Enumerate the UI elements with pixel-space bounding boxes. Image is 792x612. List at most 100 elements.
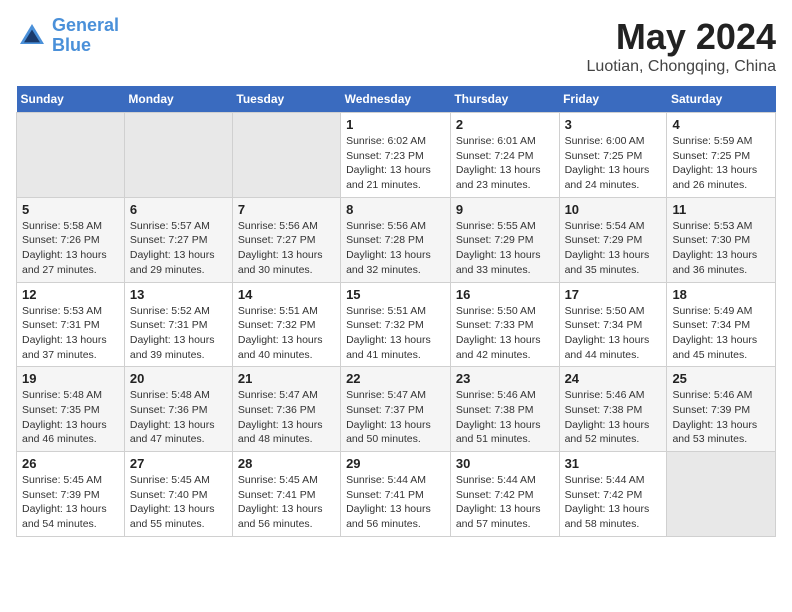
calendar-cell: 30 Sunrise: 5:44 AMSunset: 7:42 PMDayligh… [450,452,559,537]
logo-text: General Blue [52,16,119,56]
calendar-cell: 4Sunrise: 5:59 AMSunset: 7:25 PMDaylight… [667,113,776,198]
weekday-header: Friday [559,86,667,113]
day-number: 2 [456,117,554,132]
day-info: Sunrise: 5:54 AMSunset: 7:29 PMDaylight:… [565,219,662,278]
day-info: Sunrise: 5:50 AMSunset: 7:34 PMDaylight:… [565,304,662,363]
calendar-cell: 5Sunrise: 5:58 AMSunset: 7:26 PMDaylight… [17,197,125,282]
day-info: Sunrise: 5:51 AMSunset: 7:32 PMDaylight:… [238,304,335,363]
day-info: Sunrise: 5:45 AMSunset: 7:39 PMDaylight:… [22,473,119,532]
subtitle: Luotian, Chongqing, China [587,58,776,76]
calendar-cell: 20 Sunrise: 5:48 AMSunset: 7:36 PMDayligh… [124,367,232,452]
calendar-cell: 7 Sunrise: 5:56 AMSunset: 7:27 PMDaylight… [232,197,340,282]
day-info: Sunrise: 5:45 AMSunset: 7:40 PMDaylight:… [130,473,227,532]
day-number: 6 [130,202,227,217]
day-info: Sunrise: 6:01 AMSunset: 7:24 PMDaylight:… [456,134,554,193]
day-info: Sunrise: 5:49 AMSunset: 7:34 PMDaylight:… [672,304,770,363]
day-number: 19 [22,371,119,386]
day-number: 24 [565,371,662,386]
calendar-week-row: 19 Sunrise: 5:48 AMSunset: 7:35 PMDayligh… [17,367,776,452]
day-number: 30 [456,456,554,471]
calendar-cell: 24Sunrise: 5:46 AMSunset: 7:38 PMDayligh… [559,367,667,452]
calendar-cell: 12 Sunrise: 5:53 AMSunset: 7:31 PMDayligh… [17,282,125,367]
weekday-header: Saturday [667,86,776,113]
day-info: Sunrise: 5:56 AMSunset: 7:27 PMDaylight:… [238,219,335,278]
weekday-header: Sunday [17,86,125,113]
day-number: 7 [238,202,335,217]
calendar-cell [17,113,125,198]
day-number: 28 [238,456,335,471]
calendar-cell: 6Sunrise: 5:57 AMSunset: 7:27 PMDaylight… [124,197,232,282]
day-number: 15 [346,287,445,302]
calendar-cell [232,113,340,198]
day-number: 22 [346,371,445,386]
day-info: Sunrise: 5:51 AMSunset: 7:32 PMDaylight:… [346,304,445,363]
logo-icon [16,20,48,52]
day-info: Sunrise: 6:00 AMSunset: 7:25 PMDaylight:… [565,134,662,193]
day-number: 10 [565,202,662,217]
day-info: Sunrise: 5:53 AMSunset: 7:31 PMDaylight:… [22,304,119,363]
day-number: 14 [238,287,335,302]
day-info: Sunrise: 5:58 AMSunset: 7:26 PMDaylight:… [22,219,119,278]
calendar-cell: 15 Sunrise: 5:51 AMSunset: 7:32 PMDayligh… [341,282,451,367]
calendar-cell: 23 Sunrise: 5:46 AMSunset: 7:38 PMDayligh… [450,367,559,452]
day-info: Sunrise: 5:47 AMSunset: 7:37 PMDaylight:… [346,388,445,447]
day-number: 17 [565,287,662,302]
day-info: Sunrise: 5:44 AMSunset: 7:41 PMDaylight:… [346,473,445,532]
day-number: 26 [22,456,119,471]
calendar-week-row: 12 Sunrise: 5:53 AMSunset: 7:31 PMDayligh… [17,282,776,367]
calendar-body: 1 Sunrise: 6:02 AMSunset: 7:23 PMDaylight… [17,113,776,537]
calendar-cell: 25Sunrise: 5:46 AMSunset: 7:39 PMDayligh… [667,367,776,452]
logo: General Blue [16,16,119,56]
calendar-cell: 26 Sunrise: 5:45 AMSunset: 7:39 PMDayligh… [17,452,125,537]
calendar-cell: 8 Sunrise: 5:56 AMSunset: 7:28 PMDaylight… [341,197,451,282]
day-info: Sunrise: 5:55 AMSunset: 7:29 PMDaylight:… [456,219,554,278]
day-info: Sunrise: 5:48 AMSunset: 7:35 PMDaylight:… [22,388,119,447]
calendar-cell: 31Sunrise: 5:44 AMSunset: 7:42 PMDayligh… [559,452,667,537]
day-info: Sunrise: 5:56 AMSunset: 7:28 PMDaylight:… [346,219,445,278]
calendar-cell: 1 Sunrise: 6:02 AMSunset: 7:23 PMDaylight… [341,113,451,198]
day-number: 23 [456,371,554,386]
day-info: Sunrise: 5:45 AMSunset: 7:41 PMDaylight:… [238,473,335,532]
calendar-cell: 3 Sunrise: 6:00 AMSunset: 7:25 PMDaylight… [559,113,667,198]
calendar-cell: 21 Sunrise: 5:47 AMSunset: 7:36 PMDayligh… [232,367,340,452]
calendar-week-row: 5Sunrise: 5:58 AMSunset: 7:26 PMDaylight… [17,197,776,282]
weekday-header: Tuesday [232,86,340,113]
day-number: 13 [130,287,227,302]
weekday-header: Thursday [450,86,559,113]
calendar-cell: 13 Sunrise: 5:52 AMSunset: 7:31 PMDayligh… [124,282,232,367]
calendar-week-row: 1 Sunrise: 6:02 AMSunset: 7:23 PMDaylight… [17,113,776,198]
calendar-cell: 17 Sunrise: 5:50 AMSunset: 7:34 PMDayligh… [559,282,667,367]
title-block: May 2024 Luotian, Chongqing, China [587,16,776,76]
day-number: 21 [238,371,335,386]
day-number: 12 [22,287,119,302]
day-info: Sunrise: 5:48 AMSunset: 7:36 PMDaylight:… [130,388,227,447]
day-info: Sunrise: 5:47 AMSunset: 7:36 PMDaylight:… [238,388,335,447]
day-info: Sunrise: 5:52 AMSunset: 7:31 PMDaylight:… [130,304,227,363]
calendar-cell: 2 Sunrise: 6:01 AMSunset: 7:24 PMDaylight… [450,113,559,198]
day-number: 29 [346,456,445,471]
day-number: 11 [672,202,770,217]
calendar-cell: 10 Sunrise: 5:54 AMSunset: 7:29 PMDayligh… [559,197,667,282]
day-info: Sunrise: 5:46 AMSunset: 7:38 PMDaylight:… [456,388,554,447]
day-number: 8 [346,202,445,217]
day-info: Sunrise: 5:44 AMSunset: 7:42 PMDaylight:… [565,473,662,532]
day-number: 20 [130,371,227,386]
day-number: 18 [672,287,770,302]
calendar-cell: 18 Sunrise: 5:49 AMSunset: 7:34 PMDayligh… [667,282,776,367]
calendar-cell: 27Sunrise: 5:45 AMSunset: 7:40 PMDayligh… [124,452,232,537]
weekday-header: Wednesday [341,86,451,113]
day-number: 16 [456,287,554,302]
calendar-cell: 22 Sunrise: 5:47 AMSunset: 7:37 PMDayligh… [341,367,451,452]
calendar-cell [667,452,776,537]
calendar-cell: 11Sunrise: 5:53 AMSunset: 7:30 PMDayligh… [667,197,776,282]
main-title: May 2024 [587,16,776,58]
day-number: 1 [346,117,445,132]
calendar-cell: 16Sunrise: 5:50 AMSunset: 7:33 PMDayligh… [450,282,559,367]
weekday-header: Monday [124,86,232,113]
day-info: Sunrise: 6:02 AMSunset: 7:23 PMDaylight:… [346,134,445,193]
day-info: Sunrise: 5:44 AMSunset: 7:42 PMDaylight:… [456,473,554,532]
calendar-cell: 9Sunrise: 5:55 AMSunset: 7:29 PMDaylight… [450,197,559,282]
day-number: 4 [672,117,770,132]
day-number: 3 [565,117,662,132]
calendar-table: SundayMondayTuesdayWednesdayThursdayFrid… [16,86,776,537]
